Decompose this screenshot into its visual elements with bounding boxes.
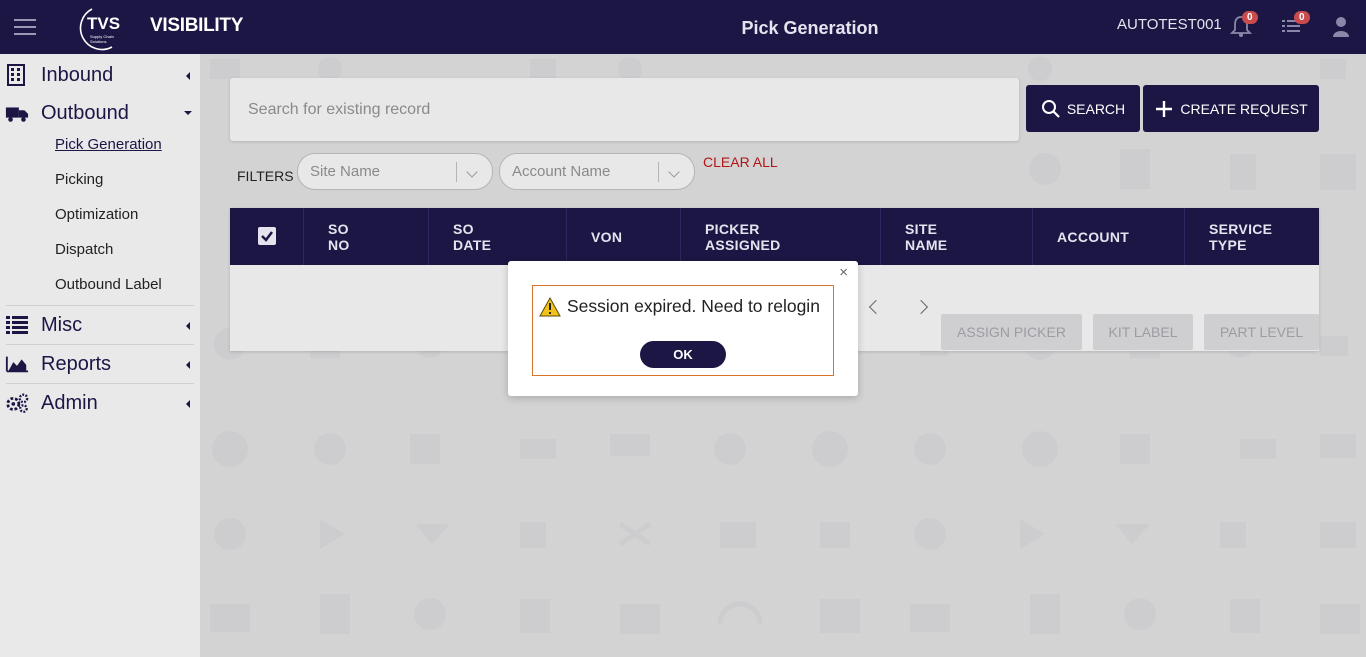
- close-icon[interactable]: ×: [839, 265, 848, 280]
- dialog-body: Session expired. Need to relogin OK: [532, 285, 834, 376]
- session-expired-dialog: × Session expired. Need to relogin OK: [508, 261, 858, 396]
- dialog-message: Session expired. Need to relogin: [539, 296, 820, 317]
- ok-button[interactable]: OK: [640, 341, 726, 368]
- dialog-message-text: Session expired. Need to relogin: [567, 296, 820, 316]
- warning-icon: [539, 296, 561, 316]
- modal-overlay: × Session expired. Need to relogin OK: [0, 0, 1366, 657]
